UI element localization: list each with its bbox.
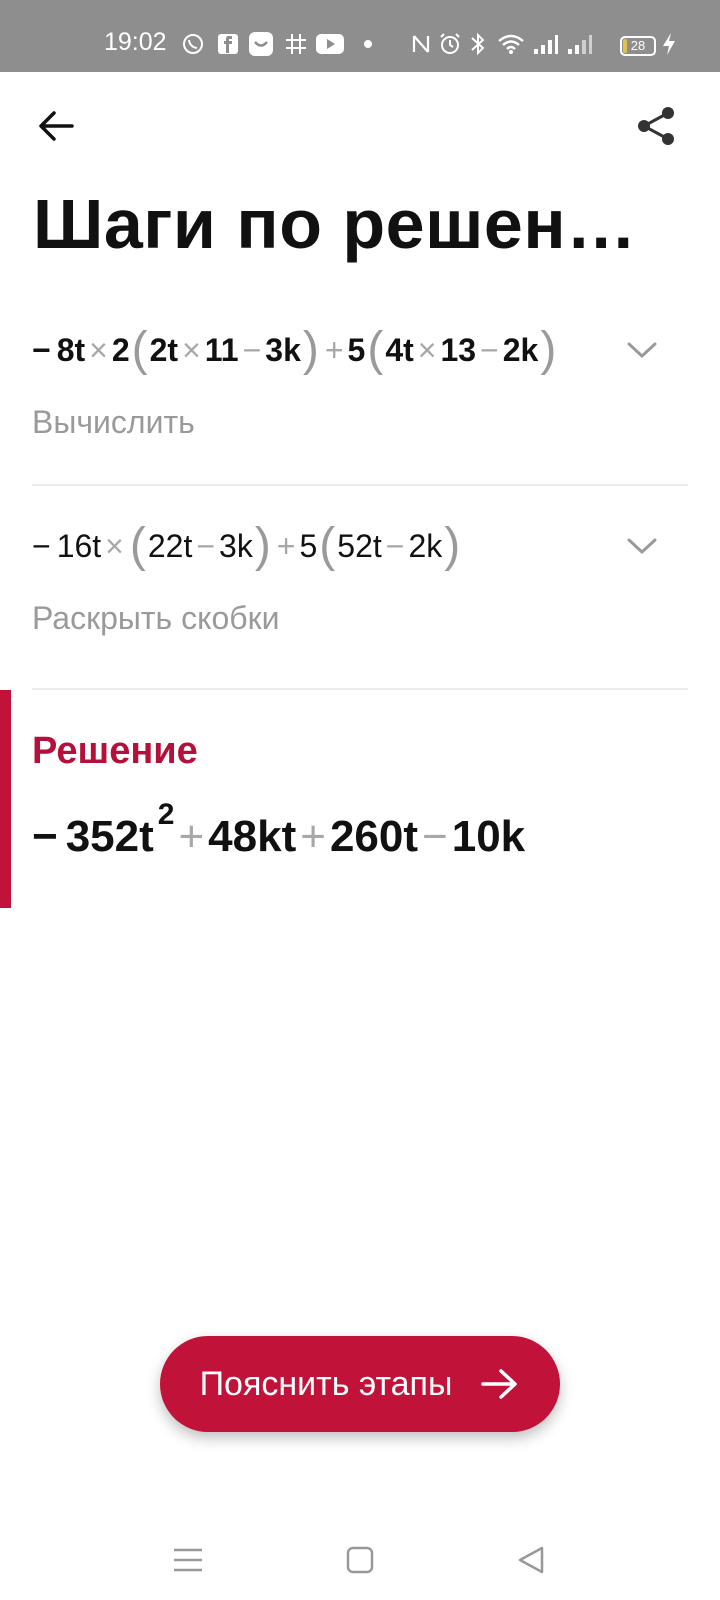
expr-token: ) [540,323,557,376]
chevron-down-icon[interactable] [626,536,658,556]
expr-token: ) [444,519,461,572]
expr-token: 11 [204,331,239,368]
share-button[interactable] [634,104,678,148]
expr-token: − [242,331,262,368]
expr-token: 2 [111,331,130,368]
back-nav-icon[interactable] [512,1542,552,1578]
expr-token: 2t [149,331,179,368]
expr-token: ( [131,323,148,376]
dot-icon [362,32,374,56]
expr-token: 52t [337,527,382,564]
expr-token: − [196,527,216,564]
expr-token: 4t [385,331,414,368]
expr-token: × [89,331,108,368]
wifi-icon [496,32,526,56]
alarm-icon [438,32,462,56]
facebook-icon [216,32,240,56]
menu-icon[interactable] [168,1542,208,1578]
status-time: 19:02 [104,28,167,56]
charging-icon [660,32,678,56]
expr-token: ) [302,323,319,376]
expr-token: 13 [440,331,477,368]
nfc-icon [410,32,432,56]
system-nav-bar [0,1520,720,1600]
expr-token: 5 [299,527,318,564]
messenger-icon [248,32,274,56]
solution-token: − [32,812,58,861]
expr-token: ( [367,323,384,376]
expr-token: + [324,331,344,368]
expr-token: 2k [408,527,443,564]
solution-token: 10k [451,812,526,861]
expr-token: × [182,331,201,368]
step-caption-2: Раскрыть скобки [32,600,280,636]
expr-token: 2k [502,331,539,368]
expr-token: × [105,527,124,564]
expr-token: ( [129,519,146,572]
step-item-1[interactable]: − 8t × 2 ( 2t × 11 − 3k ) + 5 ( 4t × 13 … [32,326,688,441]
step-expression-1: − 8t × 2 ( 2t × 11 − 3k ) + 5 ( 4t × 13 … [32,326,688,374]
chevron-down-icon[interactable] [626,340,658,360]
explain-steps-label: Пояснить этапы [199,1364,453,1403]
expr-token: + [276,527,296,564]
back-button[interactable] [34,104,78,148]
arrow-left-icon [39,111,74,141]
expr-token: ( [319,519,336,572]
solution-token: 48kt [208,812,297,861]
share-icon [638,107,674,145]
divider [32,484,688,486]
bluetooth-icon [468,32,488,56]
solution-exponent: 2 [157,798,175,831]
expr-token: × [417,331,437,368]
expr-token: 5 [347,331,366,368]
step-caption-1: Вычислить [32,404,195,440]
solution-title: Решение [32,730,198,772]
solution-token: + [178,812,205,861]
explain-steps-button[interactable]: Пояснить этапы [160,1336,560,1432]
solution-token: + [300,812,326,861]
expr-token: − [480,331,499,368]
solution-accent-bar [0,690,11,908]
expr-token: − [32,527,51,564]
solution-token: − [422,812,448,861]
grid-icon [284,32,308,56]
expr-token: 3k [265,331,301,368]
signal-icon [532,32,560,56]
status-bar: 19:02 28 [0,0,720,72]
solution-token: 260t [329,812,419,861]
page-title: Шаги по решен… [33,185,637,263]
expr-token: 16t [56,527,102,564]
battery-level: 28 [630,38,646,53]
signal-icon-2 [566,32,594,56]
expr-token: − [32,331,51,368]
expr-token: 22t [147,527,193,564]
step-item-2[interactable]: − 16t × ( 22t − 3k ) + 5 ( 52t − 2k ) Ра… [32,522,688,637]
solution-token: 352t [65,812,154,861]
home-icon[interactable] [340,1542,380,1578]
expr-token: 3k [219,527,253,564]
divider [32,688,688,690]
expr-token: − [385,527,405,564]
solution-expression: − 352t 2 + 48kt + 260t − 10k [32,798,526,862]
viber-icon [180,32,206,56]
expr-token: ) [254,519,271,572]
battery-icon: 28 [620,36,656,56]
step-expression-2: − 16t × ( 22t − 3k ) + 5 ( 52t − 2k ) [32,522,688,570]
arrow-right-icon [481,1369,518,1399]
youtube-icon [316,32,344,56]
expr-token: 8t [56,331,86,368]
